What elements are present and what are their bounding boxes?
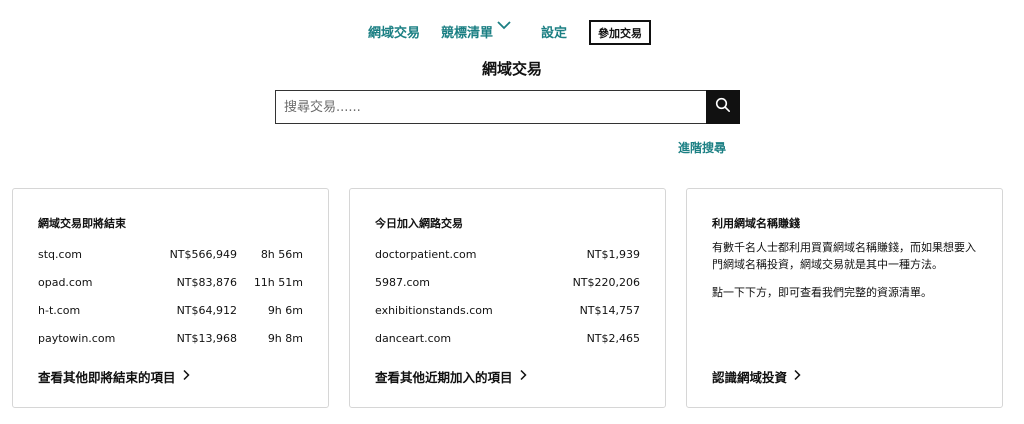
ending-soon-card: 網域交易即將結束 stq.com NT$566,949 8h 56m opad.… xyxy=(12,188,329,408)
table-row[interactable]: paytowin.com NT$13,968 9h 8m xyxy=(38,332,303,348)
nav-link-auctions[interactable]: 網域交易 xyxy=(368,22,420,41)
card-title: 利用網域名稱賺錢 xyxy=(712,217,800,230)
time-remaining: 9h 8m xyxy=(267,332,303,345)
added-today-card: 今日加入網路交易 doctorpatient.com NT$1,939 5987… xyxy=(349,188,666,408)
page-title: 網域交易 xyxy=(481,60,542,78)
domain-price: NT$566,949 xyxy=(169,248,237,261)
domain-name: doctorpatient.com xyxy=(375,248,477,261)
description-text: 有數千名人士都利用買賣網域名稱賺錢，而如果想要入門網域名稱投資，網域交易就是其中… xyxy=(712,241,976,271)
nav-link-settings[interactable]: 設定 xyxy=(541,22,567,41)
earn-money-card: 利用網域名稱賺錢 有數千名人士都利用買賣網域名稱賺錢，而如果想要入門網域名稱投資… xyxy=(686,188,1003,408)
chevron-right-icon xyxy=(519,369,527,384)
table-row[interactable]: danceart.com NT$2,465 xyxy=(375,332,640,348)
domain-price: NT$14,757 xyxy=(579,304,640,317)
chevron-right-icon xyxy=(182,369,190,384)
domain-price: NT$83,876 xyxy=(176,276,237,289)
domain-price: NT$13,968 xyxy=(176,332,237,345)
link-label: 認識網域投資 xyxy=(712,370,788,385)
domain-price: NT$64,912 xyxy=(176,304,237,317)
domain-name: h-t.com xyxy=(38,304,81,317)
domain-name: exhibitionstands.com xyxy=(375,304,493,317)
domain-name: paytowin.com xyxy=(38,332,116,345)
table-row[interactable]: stq.com NT$566,949 8h 56m xyxy=(38,248,303,264)
table-row[interactable]: opad.com NT$83,876 11h 51m xyxy=(38,276,303,292)
nav-link-bid-list[interactable]: 競標清單 xyxy=(441,22,493,41)
chevron-right-icon xyxy=(793,369,801,384)
description-text: 點一下下方，即可查看我們完整的資源清單。 xyxy=(712,286,932,299)
card-title: 網域交易即將結束 xyxy=(38,217,126,230)
link-label: 查看其他即將結束的項目 xyxy=(38,370,176,385)
domain-price: NT$2,465 xyxy=(586,332,640,345)
search-bar xyxy=(275,90,740,124)
join-auction-button[interactable]: 參加交易 xyxy=(589,20,651,45)
domain-price: NT$1,939 xyxy=(586,248,640,261)
search-button[interactable] xyxy=(706,90,740,124)
domain-name: danceart.com xyxy=(375,332,452,345)
domain-name: stq.com xyxy=(38,248,83,261)
top-nav: 網域交易 競標清單 設定 參加交易 xyxy=(0,16,1024,48)
card-title: 今日加入網路交易 xyxy=(375,217,463,230)
domain-name: 5987.com xyxy=(375,276,430,289)
time-remaining: 8h 56m xyxy=(260,248,303,261)
table-row[interactable]: exhibitionstands.com NT$14,757 xyxy=(375,304,640,320)
table-row[interactable]: doctorpatient.com NT$1,939 xyxy=(375,248,640,264)
learn-domain-investing-link[interactable]: 認識網域投資 xyxy=(712,367,801,386)
table-row[interactable]: h-t.com NT$64,912 9h 6m xyxy=(38,304,303,320)
view-more-recent-link[interactable]: 查看其他近期加入的項目 xyxy=(375,367,527,386)
time-remaining: 11h 51m xyxy=(253,276,303,289)
domain-name: opad.com xyxy=(38,276,93,289)
advanced-search-link[interactable]: 進階搜尋 xyxy=(678,139,726,156)
chevron-down-icon[interactable] xyxy=(496,16,512,35)
time-remaining: 9h 6m xyxy=(267,304,303,317)
search-icon xyxy=(715,97,731,117)
view-more-ending-link[interactable]: 查看其他即將結束的項目 xyxy=(38,367,190,386)
search-input[interactable] xyxy=(275,90,706,124)
link-label: 查看其他近期加入的項目 xyxy=(375,370,513,385)
table-row[interactable]: 5987.com NT$220,206 xyxy=(375,276,640,292)
domain-price: NT$220,206 xyxy=(572,276,640,289)
